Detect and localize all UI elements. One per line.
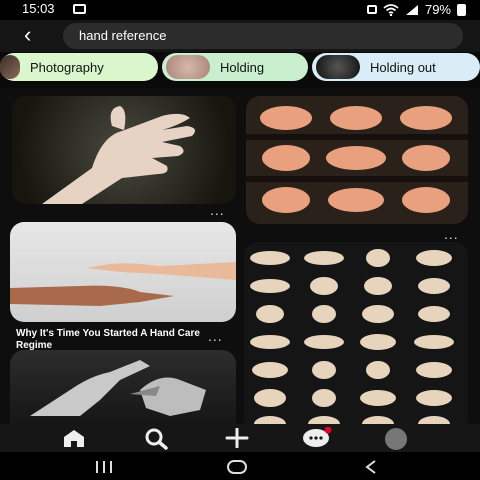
- chat-icon[interactable]: [302, 427, 332, 449]
- chip-label: Holding: [220, 59, 265, 75]
- signal-icon: [405, 4, 418, 15]
- chip-photography[interactable]: Photography: [0, 53, 158, 81]
- chip-thumbnail: [0, 55, 20, 79]
- chip-thumbnail: [316, 55, 360, 79]
- hand-image: [42, 106, 196, 204]
- chip-thumbnail: [166, 55, 210, 79]
- hands-reaching-image: [10, 262, 236, 306]
- home-icon[interactable]: [62, 429, 86, 447]
- avatar[interactable]: [381, 427, 411, 451]
- plus-icon[interactable]: [224, 428, 250, 448]
- more-options-icon[interactable]: ...: [444, 226, 459, 242]
- pin-hand-photo[interactable]: [12, 96, 236, 204]
- chip-holding-out[interactable]: Holding out: [312, 53, 480, 81]
- battery-icon: [457, 3, 466, 16]
- screenshot-icon: [366, 5, 377, 14]
- battery-percent: 79%: [424, 2, 451, 17]
- wifi-icon: [383, 3, 399, 16]
- more-options-icon[interactable]: ...: [208, 328, 223, 344]
- back-arrow-icon[interactable]: ‹: [24, 22, 31, 48]
- hand-poses-image: [250, 249, 454, 424]
- status-time: 15:03: [22, 1, 55, 16]
- hand-grid-image: [246, 106, 468, 213]
- pin-hands-reaching[interactable]: [10, 222, 236, 322]
- bottom-navigation: [0, 424, 480, 452]
- chip-label: Holding out: [370, 59, 436, 75]
- gallery-notification-icon: [73, 4, 86, 14]
- search-input[interactable]: hand reference: [63, 23, 463, 49]
- chip-label: Photography: [30, 59, 104, 75]
- pin-sketch-hands[interactable]: [10, 350, 236, 424]
- sketch-hands-image: [30, 360, 206, 416]
- home-button-icon[interactable]: [226, 460, 248, 474]
- filter-chips: Photography Holding Holding out: [0, 52, 480, 88]
- more-options-icon[interactable]: ...: [210, 202, 225, 218]
- recent-apps-icon[interactable]: [94, 460, 114, 474]
- pin-caption[interactable]: Why It's Time You Started A Hand Care Re…: [16, 328, 202, 352]
- status-icons: 79%: [366, 2, 466, 17]
- search-header: ‹ hand reference: [0, 20, 480, 52]
- back-button-icon[interactable]: [364, 459, 378, 475]
- pin-hand-grid[interactable]: [246, 96, 468, 224]
- system-navigation-bar: [0, 452, 480, 480]
- chip-holding[interactable]: Holding: [162, 53, 308, 81]
- pin-feed: ... ... Why It's Time You Started A Hand…: [0, 88, 480, 424]
- search-icon[interactable]: [143, 428, 169, 450]
- status-bar: 15:03 79%: [0, 0, 480, 20]
- pin-hand-poses[interactable]: [244, 242, 468, 424]
